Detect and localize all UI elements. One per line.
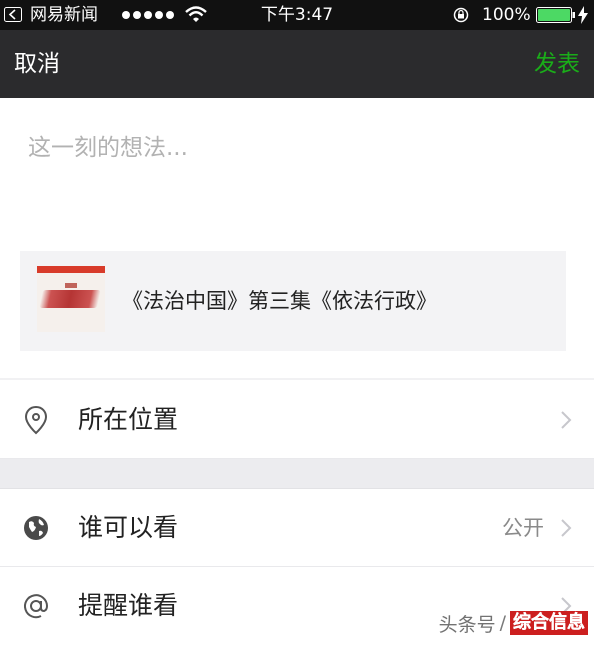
watermark-source: 头条号 <box>438 613 496 636</box>
visibility-label: 谁可以看 <box>78 513 179 542</box>
globe-icon <box>24 516 48 540</box>
watermark: 头条号 / 综合信息 <box>439 610 588 636</box>
link-title: 《法治中国》第三集《依法行政》 <box>122 289 437 313</box>
compose-area: 这一刻的想法... 《法治中国》第三集《依法行政》 <box>0 98 594 378</box>
battery-percentage: 100% <box>482 5 531 25</box>
watermark-account: 综合信息 <box>510 611 588 635</box>
rotation-lock-icon <box>453 7 469 23</box>
link-thumbnail <box>37 266 105 332</box>
thought-input[interactable]: 这一刻的想法... <box>28 128 188 162</box>
section-divider <box>0 459 594 489</box>
charging-icon <box>578 6 588 24</box>
battery-icon <box>536 7 575 23</box>
remind-label: 提醒谁看 <box>78 591 179 620</box>
divider <box>0 378 594 380</box>
visibility-value: 公开 <box>502 516 544 540</box>
at-sign-icon <box>24 594 49 619</box>
cancel-button[interactable]: 取消 <box>14 30 60 98</box>
shared-link-card[interactable]: 《法治中国》第三集《依法行政》 <box>20 251 566 351</box>
location-label: 所在位置 <box>78 405 179 434</box>
location-row[interactable]: 所在位置 <box>0 381 594 459</box>
watermark-separator: / <box>499 612 506 634</box>
status-bar: 网易新闻 下午3:47 100% <box>0 0 594 30</box>
location-pin-icon <box>24 405 48 435</box>
chevron-right-icon <box>561 519 572 537</box>
chevron-right-icon <box>561 411 572 429</box>
visibility-row[interactable]: 谁可以看 公开 <box>0 489 594 567</box>
nav-bar: 取消 发表 <box>0 30 594 98</box>
post-button[interactable]: 发表 <box>534 30 580 98</box>
